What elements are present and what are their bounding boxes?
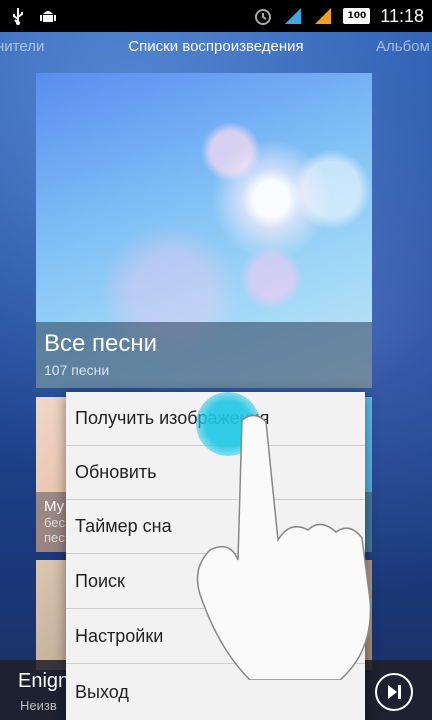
tab-playlists[interactable]: Списки воспроизведения [0,38,432,55]
tab-bar: нители Списки воспроизведения Альбом [0,32,432,62]
signal-icon [313,6,333,26]
playlist-count: 107 песни [44,362,110,378]
now-playing-title: Enign [18,670,70,692]
alarm-icon [253,6,273,26]
tab-albums[interactable]: Альбом [376,38,430,55]
playlist-caption: Все песни 107 песни [36,322,372,388]
clock: 11:18 [380,5,424,26]
status-bar: 100 11:18 [0,0,432,32]
skip-next-icon[interactable] [375,673,413,711]
playlist-title: Все песни [44,330,158,357]
signal-icon [283,6,303,26]
pointing-hand-icon [196,414,372,680]
usb-icon [8,6,28,26]
now-playing-artist: Неизв [20,698,57,713]
playlist-card-all-songs[interactable]: Все песни 107 песни [36,73,372,388]
android-debug-icon [38,6,58,26]
battery-icon: 100 [343,8,371,24]
